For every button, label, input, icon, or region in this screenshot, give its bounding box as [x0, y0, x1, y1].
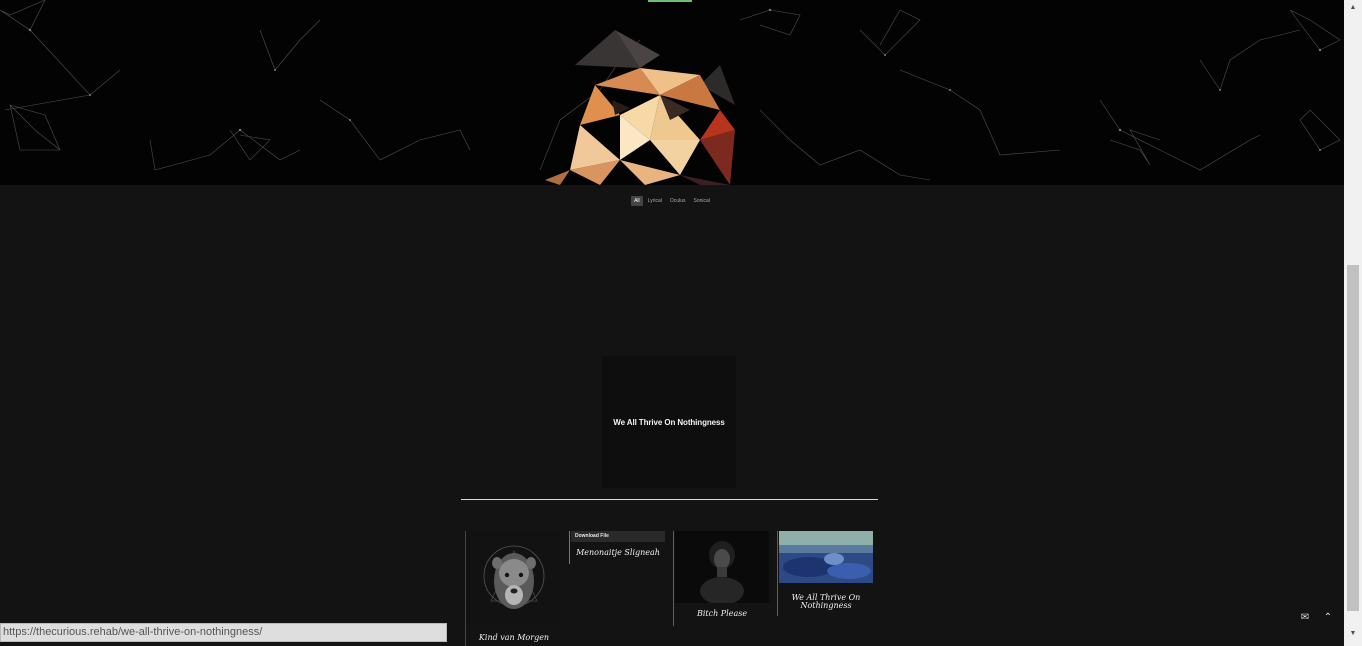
featured-post-title: We All Thrive On Nothingness: [613, 417, 725, 427]
category-filter-bar: All Lyrical Oculus Sonical: [0, 196, 1344, 206]
filter-tab-sonical[interactable]: Sonical: [690, 196, 712, 206]
scroll-up-arrow-icon[interactable]: ▲: [1344, 0, 1362, 16]
filter-tab-oculus[interactable]: Oculus: [667, 196, 689, 206]
card-separator: [673, 531, 674, 626]
polygon-network-background: [0, 0, 1341, 185]
woman-portrait-photo[interactable]: [675, 531, 769, 603]
link-status-bar: https://thecurious.rehab/we-all-thrive-o…: [0, 623, 447, 642]
post-card-caption[interactable]: Menonaitje Sligneah: [571, 549, 665, 557]
section-divider: [461, 499, 878, 500]
post-card-caption[interactable]: Bitch Please: [675, 610, 769, 618]
card-separator: [465, 531, 466, 646]
card-separator: [569, 531, 570, 564]
lioness-artwork-image[interactable]: [467, 531, 561, 626]
download-file-button[interactable]: Download File: [571, 531, 665, 542]
chevron-up-icon[interactable]: ⌃: [1320, 611, 1336, 625]
page-scrollbar[interactable]: ▲ ▼: [1344, 0, 1362, 646]
filter-tab-lyrical[interactable]: Lyrical: [645, 196, 665, 206]
blue-water-photo[interactable]: [779, 531, 873, 583]
low-poly-head-illustration: [545, 30, 735, 185]
card-separator: [777, 531, 778, 616]
post-card-caption[interactable]: Kind van Morgen: [467, 634, 561, 642]
filter-tab-all[interactable]: All: [631, 196, 643, 206]
hero-accent-bar: [648, 0, 692, 2]
mail-icon[interactable]: ✉: [1297, 611, 1313, 625]
scroll-down-arrow-icon[interactable]: ▼: [1344, 626, 1362, 642]
post-card-caption[interactable]: We All Thrive On Nothingness: [779, 594, 873, 610]
featured-post-tile[interactable]: We All Thrive On Nothingness: [602, 356, 736, 488]
hero-banner: [0, 0, 1344, 185]
scrollbar-thumb[interactable]: [1347, 265, 1359, 611]
